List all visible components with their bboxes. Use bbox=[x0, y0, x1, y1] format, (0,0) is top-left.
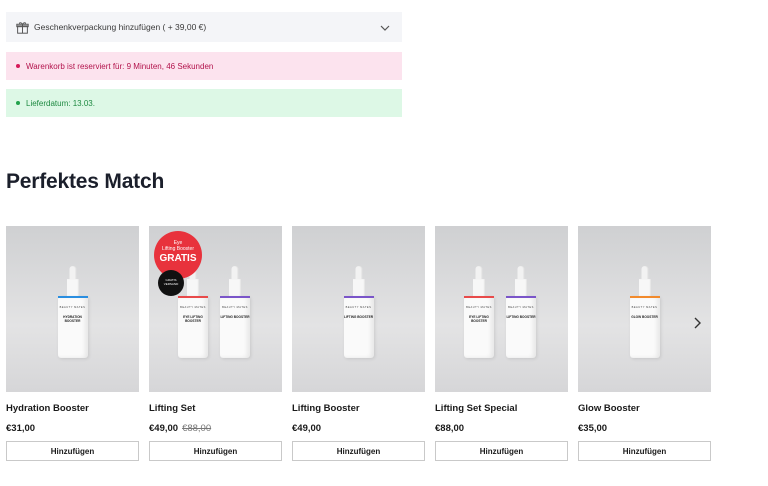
product-image[interactable]: BEAUTY MATES GLOW BOOSTER bbox=[578, 226, 711, 392]
badge-title: GRATIS bbox=[159, 253, 197, 264]
price-row: €31,00 bbox=[6, 423, 139, 434]
bottle-label: GLOW BOOSTER bbox=[631, 315, 658, 319]
serum-bottle: BEAUTY MATES LIFTING BOOSTER bbox=[506, 266, 536, 358]
product-price: €49,00 bbox=[292, 423, 322, 434]
bottle-label: HYDRATION BOOSTER bbox=[63, 315, 82, 323]
bottle-label: LIFTING BOOSTER bbox=[506, 315, 536, 319]
product-old-price: €88,00 bbox=[182, 423, 212, 434]
product-card: BEAUTY MATES LIFTING BOOSTER Lifting Boost… bbox=[292, 226, 425, 461]
product-name[interactable]: Glow Booster bbox=[578, 403, 711, 414]
product-image[interactable]: BEAUTY MATES EYE LIFTING BOOSTER BEAUTY MA… bbox=[149, 226, 282, 392]
serum-bottle: BEAUTY MATES LIFTING BOOSTER bbox=[343, 266, 374, 358]
add-to-cart-button[interactable]: Hinzufügen bbox=[149, 441, 282, 461]
bottle-label: LIFTING BOOSTER bbox=[220, 315, 250, 319]
price-row: €35,00 bbox=[578, 423, 711, 434]
product-name[interactable]: Lifting Set bbox=[149, 403, 282, 414]
bottle-brand: BEAUTY MATES bbox=[180, 306, 206, 309]
delivery-date-text: Lieferdatum: 13.03. bbox=[26, 98, 95, 108]
bottle-brand: BEAUTY MATES bbox=[508, 306, 534, 309]
price-row: €88,00 bbox=[435, 423, 568, 434]
product-card: BEAUTY MATES GLOW BOOSTER Glow Booster €35,… bbox=[578, 226, 711, 461]
serum-bottle: BEAUTY MATES GLOW BOOSTER bbox=[629, 266, 660, 358]
chevron-down-icon[interactable] bbox=[379, 21, 391, 33]
bottle-label: LIFTING BOOSTER bbox=[343, 315, 374, 319]
add-to-cart-button[interactable]: Hinzufügen bbox=[435, 441, 568, 461]
product-price: €88,00 bbox=[435, 423, 465, 434]
serum-bottle: BEAUTY MATES LIFTING BOOSTER bbox=[220, 266, 250, 358]
price-row: €49,00 bbox=[292, 423, 425, 434]
product-image[interactable]: BEAUTY MATES EYE LIFTING BOOSTER BEAUTY MA… bbox=[435, 226, 568, 392]
add-to-cart-button[interactable]: Hinzufügen bbox=[292, 441, 425, 461]
cart-reservation-text: Warenkorb ist reserviert für: 9 Minuten,… bbox=[26, 61, 214, 71]
product-name[interactable]: Lifting Set Special bbox=[435, 403, 568, 414]
status-dot-icon bbox=[16, 64, 20, 68]
product-image[interactable]: BEAUTY MATES HYDRATION BOOSTER bbox=[6, 226, 139, 392]
bottle-label: EYE LIFTING BOOSTER bbox=[183, 315, 203, 323]
price-row: €49,00 €88,00 bbox=[149, 423, 282, 434]
free-shipping-badge: GRATIS VERSAND bbox=[158, 270, 184, 296]
product-price: €31,00 bbox=[6, 423, 36, 434]
product-carousel: BEAUTY MATES HYDRATION BOOSTER Hydration B… bbox=[6, 226, 766, 466]
badge-subtitle: Eye Lifting Booster bbox=[162, 240, 194, 252]
product-name[interactable]: Lifting Booster bbox=[292, 403, 425, 414]
add-to-cart-button[interactable]: Hinzufügen bbox=[578, 441, 711, 461]
bottle-label: EYE LIFTING BOOSTER bbox=[469, 315, 489, 323]
section-title: Perfektes Match bbox=[6, 170, 165, 193]
bottle-brand: BEAUTY MATES bbox=[59, 306, 86, 309]
product-card: BEAUTY MATES EYE LIFTING BOOSTER BEAUTY MA… bbox=[435, 226, 568, 461]
chevron-right-icon[interactable] bbox=[690, 316, 704, 330]
product-price: €35,00 bbox=[578, 423, 608, 434]
add-to-cart-button[interactable]: Hinzufügen bbox=[6, 441, 139, 461]
bottle-brand: BEAUTY MATES bbox=[222, 306, 248, 309]
serum-bottle: BEAUTY MATES EYE LIFTING BOOSTER bbox=[464, 266, 494, 358]
serum-bottle: BEAUTY MATES HYDRATION BOOSTER bbox=[57, 266, 88, 358]
product-card: BEAUTY MATES HYDRATION BOOSTER Hydration B… bbox=[6, 226, 139, 461]
product-name[interactable]: Hydration Booster bbox=[6, 403, 139, 414]
status-dot-icon bbox=[16, 101, 20, 105]
bottle-brand: BEAUTY MATES bbox=[345, 306, 372, 309]
bottle-brand: BEAUTY MATES bbox=[631, 306, 658, 309]
bottle-brand: BEAUTY MATES bbox=[466, 306, 492, 309]
cart-reservation-notice: Warenkorb ist reserviert für: 9 Minuten,… bbox=[6, 52, 402, 80]
delivery-date-notice: Lieferdatum: 13.03. bbox=[6, 89, 402, 117]
gift-icon bbox=[16, 21, 29, 34]
product-image[interactable]: BEAUTY MATES LIFTING BOOSTER bbox=[292, 226, 425, 392]
product-price: €49,00 bbox=[149, 423, 179, 434]
gift-wrap-label: Geschenkverpackung hinzufügen ( + 39,00 … bbox=[34, 22, 207, 32]
gift-wrap-option[interactable]: Geschenkverpackung hinzufügen ( + 39,00 … bbox=[6, 12, 402, 42]
product-card: BEAUTY MATES EYE LIFTING BOOSTER BEAUTY MA… bbox=[149, 226, 282, 461]
